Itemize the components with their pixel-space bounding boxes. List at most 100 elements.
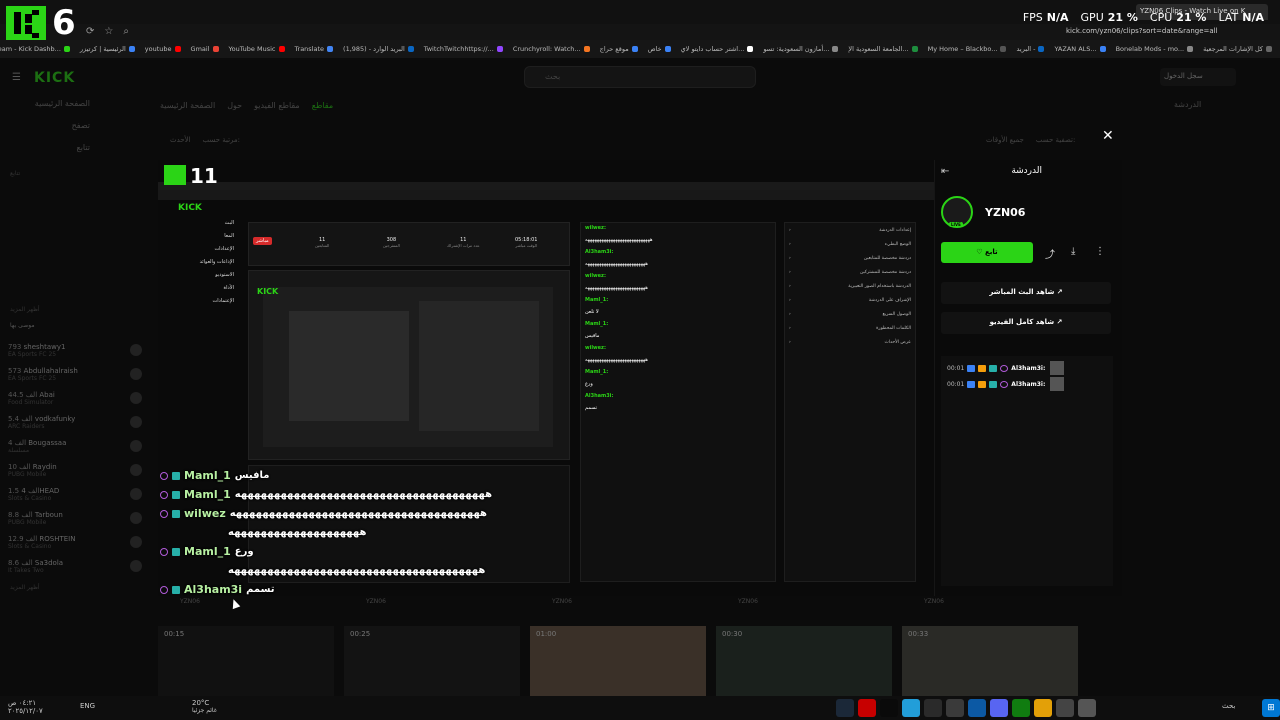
sidebar-streamer[interactable]: 8.8 الف Tarboun PUBG Mobile xyxy=(0,506,150,530)
show-more-recommended[interactable]: أظهر المزيد xyxy=(0,584,150,600)
language-indicator[interactable]: ENG xyxy=(80,702,95,710)
clip-stats-panel: مباشر 11 المتابعين 308 المتفرجين 11 عدد مرا… xyxy=(248,222,570,266)
bookmark-item[interactable]: أمازون السعودية: تسو... xyxy=(763,45,839,53)
clip-thumbnail[interactable]: 00:15 xyxy=(158,626,334,696)
more-icon[interactable]: ⋮ xyxy=(1095,246,1105,257)
search-input[interactable]: بحث xyxy=(524,66,756,88)
clip-channel-label[interactable]: YZN06 xyxy=(738,598,758,605)
clip-chat-user: Maml_1: xyxy=(585,321,609,327)
bookmark-item[interactable]: Translate xyxy=(295,45,334,53)
show-more-following[interactable]: أظهر المزيد xyxy=(0,306,150,322)
clip-channel-label[interactable]: YZN06 xyxy=(366,598,386,605)
windows-start-icon[interactable]: ⊞ xyxy=(1262,699,1280,717)
opera-icon[interactable] xyxy=(858,699,876,717)
sort-value[interactable]: الأحدث xyxy=(170,136,191,144)
bookmark-item[interactable]: اشتر حساب دايتو لاي... xyxy=(681,45,754,53)
bookmark-item[interactable]: Stream - Kick Dashb... xyxy=(0,45,70,53)
folder-icon[interactable] xyxy=(1034,699,1052,717)
sidebar-streamer[interactable]: 793 sheshtawy1 EA Sports FC 25 xyxy=(0,338,150,362)
taskbar-search[interactable]: بحث xyxy=(1222,702,1235,710)
sort-control[interactable]: الأحدث مرتبة حسب: xyxy=(170,136,240,144)
sidebar-item-home[interactable]: الصفحة الرئيسية xyxy=(0,92,150,114)
follow-button[interactable]: ♡ تابع xyxy=(941,242,1033,263)
tab-home[interactable]: الصفحة الرئيسية xyxy=(160,101,215,110)
sidebar-streamer[interactable]: 573 Abdullahalraish EA Sports FC 25 xyxy=(0,362,150,386)
sidebar-streamer[interactable]: 1.5 الف 4HEAD Slots & Casino xyxy=(0,482,150,506)
url-text[interactable]: kick.com/yzn06/clips?sort=date&range=all xyxy=(1066,27,1218,35)
download-icon[interactable]: ⤓ xyxy=(1071,246,1075,257)
clip-thumbnail[interactable]: 00:33 xyxy=(902,626,1078,696)
tab-videos[interactable]: مقاطع الفيديو xyxy=(254,101,300,110)
sidebar-item-following[interactable]: تتابع xyxy=(0,136,150,158)
xbox-icon[interactable] xyxy=(1012,699,1030,717)
collapse-icon[interactable]: ⇤ xyxy=(941,166,949,177)
clip-video[interactable]: 11 KICK البث المعا الإعدادات الإذاعات والعو… xyxy=(158,160,934,596)
channel-name[interactable]: YZN06 xyxy=(985,206,1025,219)
steam-icon[interactable] xyxy=(836,699,854,717)
calculator-icon[interactable] xyxy=(924,699,942,717)
star-icon[interactable]: ☆ xyxy=(104,26,113,37)
signin-button[interactable]: سجل الدخول xyxy=(1160,68,1236,86)
bookmark-item[interactable]: Bonelab Mods - mo... xyxy=(1116,45,1194,53)
filter-value[interactable]: جميع الأوقات xyxy=(986,136,1024,144)
clip-channel-label[interactable]: YZN06 xyxy=(552,598,572,605)
sidebar-streamer[interactable]: 5.4 الف vodkafunky ARC Raiders xyxy=(0,410,150,434)
edge-icon[interactable] xyxy=(968,699,986,717)
bookmark-item[interactable]: الجامعة السعودية الإ... xyxy=(848,45,918,53)
clip-setting-row: › الوصول السريع xyxy=(789,307,911,321)
streamer-viewers: 4 الف xyxy=(8,438,27,447)
search-icon[interactable]: ⌕ xyxy=(123,26,129,37)
share-icon[interactable]: ⤴ xyxy=(1045,246,1055,261)
bookmark-item[interactable]: البريد - xyxy=(1016,45,1045,53)
clip-channel-label[interactable]: YZN06 xyxy=(180,598,200,605)
sidebar-streamer[interactable]: 44.5 الف Abai Food Simulator xyxy=(0,386,150,410)
kick-app-icon[interactable] xyxy=(880,699,898,717)
bookmark-item[interactable]: الرئيسية | كرتيزر xyxy=(80,45,135,53)
discord-icon[interactable] xyxy=(990,699,1008,717)
overlay-chat-line: ههههههههههههههههههههههههههههههههههههههه xyxy=(160,561,620,580)
bookmark-item[interactable]: كل الإشارات المرجعية xyxy=(1203,45,1272,53)
bookmark-item[interactable]: موقع حراج xyxy=(600,45,638,53)
bookmark-item[interactable]: خاص xyxy=(648,45,671,53)
store-icon[interactable] xyxy=(1056,699,1074,717)
settings-icon[interactable] xyxy=(1078,699,1096,717)
close-icon[interactable]: ✕ xyxy=(1102,128,1114,144)
bookmark-item[interactable]: البريد الوارد - (1,985) xyxy=(343,45,414,53)
bookmark-icon xyxy=(278,46,285,52)
clip-thumbnail[interactable]: 00:30 xyxy=(716,626,892,696)
bookmark-label: خاص xyxy=(647,45,662,53)
sidebar-item-browse[interactable]: تصفح xyxy=(0,114,150,136)
clip-setting-row: › عرض الأحداث xyxy=(789,335,911,349)
bookmark-item[interactable]: YAZAN ALS... xyxy=(1054,45,1106,53)
clip-channel-label[interactable]: YZN06 xyxy=(924,598,944,605)
refresh-icon[interactable]: ⟳ xyxy=(86,26,94,37)
bookmark-item[interactable]: My Home – Blackbo... xyxy=(928,45,1007,53)
watch-full-button[interactable]: شاهد كامل الفيديو ↗ xyxy=(941,312,1111,334)
game-icon[interactable] xyxy=(946,699,964,717)
weather-widget[interactable]: 20°C غائم جزئيا xyxy=(192,699,217,715)
clip-duration: 00:15 xyxy=(164,630,185,638)
clip-thumbnail[interactable]: 01:00 xyxy=(530,626,706,696)
sidebar-streamer[interactable]: 10 الف Raydin PUBG Mobile xyxy=(0,458,150,482)
bookmark-item[interactable]: YouTube Music xyxy=(229,45,285,53)
menu-icon[interactable]: ☰ xyxy=(12,72,21,83)
clip-thumbnail[interactable]: 00:25 xyxy=(344,626,520,696)
chevron-left-icon: › xyxy=(789,325,791,331)
bookmark-item[interactable]: youtube xyxy=(145,45,181,53)
streamer-name: vodkafunky xyxy=(34,414,76,423)
telegram-icon[interactable] xyxy=(902,699,920,717)
clip-overlay-count: 11 xyxy=(190,164,218,188)
tab-about[interactable]: حول xyxy=(227,101,242,110)
tab-clips[interactable]: مقاطع xyxy=(312,101,333,110)
badge-icon xyxy=(160,471,168,480)
bookmark-item[interactable]: Crunchyroll: Watch... xyxy=(513,45,590,53)
sidebar-streamer[interactable]: 8.6 الف Sa3dola It Takes Two xyxy=(0,554,150,578)
sidebar-streamer[interactable]: 12.9 الف ROSHTEIN Slots & Casino xyxy=(0,530,150,554)
bookmark-item[interactable]: TwitchTwitchhttps://... xyxy=(424,45,503,53)
bookmark-item[interactable]: Gmail xyxy=(191,45,219,53)
kick-logo[interactable]: KICK xyxy=(34,70,75,86)
filter-control[interactable]: جميع الأوقات تصفية حسب: xyxy=(986,136,1075,144)
sidebar-streamer[interactable]: 4 الف Bougassaa مسلسلة xyxy=(0,434,150,458)
overlay-chat-user: Maml_1 xyxy=(184,488,231,501)
watch-live-button[interactable]: شاهد البث المباشر ↗ xyxy=(941,282,1111,304)
